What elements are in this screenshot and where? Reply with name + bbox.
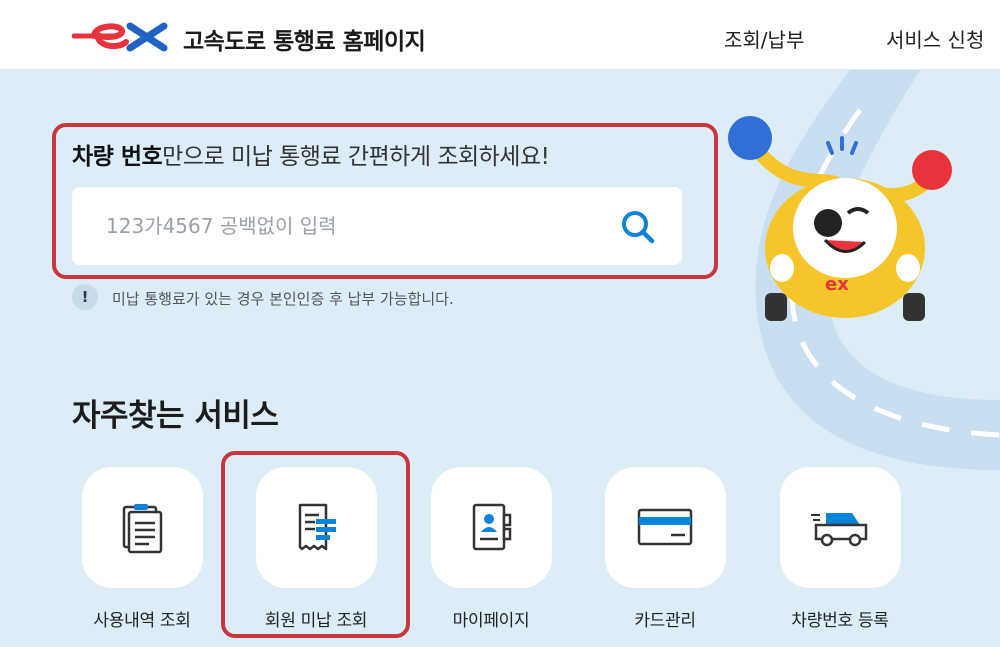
- member-unpaid-highlight-box: [221, 451, 410, 638]
- nav-service-application[interactable]: 서비스 신청: [886, 24, 984, 53]
- nav-inquiry-payment[interactable]: 조회/납부: [724, 24, 804, 53]
- service-tile-card-management[interactable]: [605, 467, 726, 588]
- site-header: 고속도로 통행료 홈페이지 조회/납부 서비스 신청: [0, 0, 1000, 70]
- notice-text: 미납 통행료가 있는 경우 본인인증 후 납부 가능합니다.: [112, 290, 454, 308]
- frequent-services-title: 자주찾는 서비스: [72, 398, 279, 434]
- search-heading-bold: 차량 번호: [72, 144, 163, 170]
- service-label-vehicle-registration[interactable]: 차량번호 등록: [760, 606, 920, 631]
- svg-text:ex: ex: [825, 274, 849, 295]
- service-tile-usage-history[interactable]: [82, 467, 203, 588]
- mascot-car-character: ex: [728, 116, 952, 321]
- service-label-card-management[interactable]: 카드관리: [585, 606, 745, 631]
- service-label-usage-history[interactable]: 사용내역 조회: [62, 606, 222, 631]
- van-icon: [811, 513, 868, 547]
- profile-card-icon: [472, 503, 512, 551]
- site-title[interactable]: 고속도로 통행료 홈페이지: [183, 22, 426, 56]
- search-heading-text: 만으로 미납 통행료 간편하게 조회하세요!: [162, 144, 550, 170]
- bottom-divider: [0, 647, 1000, 653]
- credit-card-icon: [637, 508, 693, 546]
- service-tile-mypage[interactable]: [431, 467, 552, 588]
- search-heading: 차량 번호만으로 미납 통행료 간편하게 조회하세요!: [72, 137, 550, 171]
- exclamation-icon: !: [72, 284, 98, 310]
- document-list-icon: [122, 504, 163, 554]
- search-icon[interactable]: [618, 207, 658, 247]
- ex-logo[interactable]: [72, 18, 172, 54]
- service-tile-vehicle-registration[interactable]: [780, 467, 901, 588]
- vehicle-number-input[interactable]: [72, 187, 682, 265]
- service-label-mypage[interactable]: 마이페이지: [411, 606, 571, 631]
